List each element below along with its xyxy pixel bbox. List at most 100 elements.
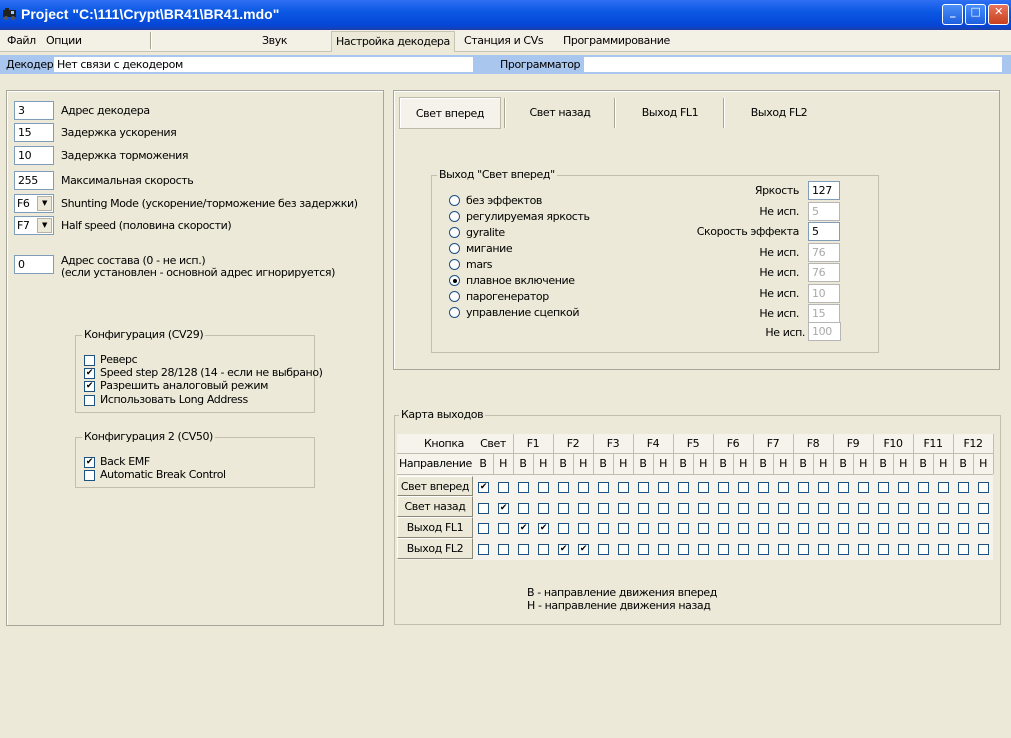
map-checkbox[interactable] (818, 503, 829, 514)
map-checkbox[interactable] (898, 482, 909, 493)
row-rear-light[interactable]: Свет назад (397, 496, 473, 517)
map-checkbox[interactable] (518, 482, 529, 493)
map-checkbox[interactable] (538, 503, 549, 514)
map-checkbox[interactable] (958, 482, 969, 493)
map-checkbox[interactable] (518, 503, 529, 514)
map-checkbox[interactable] (878, 544, 889, 555)
map-checkbox[interactable] (478, 523, 489, 534)
map-checkbox[interactable] (618, 523, 629, 534)
map-checkbox[interactable] (698, 503, 709, 514)
effect-radio-mars[interactable] (449, 259, 460, 270)
menu-file[interactable]: Файл (7, 34, 36, 47)
effect-radio-smoke[interactable] (449, 291, 460, 302)
map-checkbox[interactable] (898, 503, 909, 514)
map-checkbox[interactable] (598, 544, 609, 555)
map-checkbox[interactable] (678, 544, 689, 555)
map-checkbox[interactable] (538, 544, 549, 555)
map-checkbox[interactable] (638, 482, 649, 493)
row-front-light[interactable]: Свет вперед (397, 476, 473, 496)
map-checkbox[interactable] (738, 482, 749, 493)
map-checkbox[interactable] (618, 544, 629, 555)
back-emf-checkbox[interactable]: ✔ (84, 457, 95, 468)
map-checkbox[interactable] (898, 544, 909, 555)
map-checkbox[interactable] (758, 482, 769, 493)
decel-delay-input[interactable]: 10 (14, 146, 54, 165)
shunting-select[interactable]: F6 ▼ (14, 194, 54, 213)
row-output-fl2[interactable]: Выход FL2 (397, 538, 473, 559)
close-button[interactable]: ✕ (988, 4, 1009, 25)
consist-address-input[interactable]: 0 (14, 255, 54, 274)
speed-step-checkbox[interactable]: ✔ (84, 368, 95, 379)
map-checkbox[interactable] (698, 523, 709, 534)
map-checkbox[interactable] (738, 503, 749, 514)
map-checkbox[interactable] (938, 523, 949, 534)
map-checkbox[interactable]: ✔ (538, 523, 549, 534)
map-checkbox[interactable] (698, 482, 709, 493)
map-checkbox[interactable] (938, 503, 949, 514)
map-checkbox[interactable] (758, 523, 769, 534)
map-checkbox[interactable] (578, 482, 589, 493)
maximize-button[interactable]: □ (965, 4, 986, 25)
map-checkbox[interactable] (818, 482, 829, 493)
map-checkbox[interactable] (598, 503, 609, 514)
map-checkbox[interactable] (878, 482, 889, 493)
map-checkbox[interactable] (798, 482, 809, 493)
map-checkbox[interactable] (498, 482, 509, 493)
map-checkbox[interactable] (678, 503, 689, 514)
map-checkbox[interactable] (958, 503, 969, 514)
map-checkbox[interactable] (718, 523, 729, 534)
map-checkbox[interactable] (818, 523, 829, 534)
max-speed-input[interactable]: 255 (14, 171, 54, 190)
map-checkbox[interactable] (558, 523, 569, 534)
map-checkbox[interactable] (898, 523, 909, 534)
map-checkbox[interactable] (978, 503, 989, 514)
map-checkbox[interactable] (918, 544, 929, 555)
menu-options[interactable]: Опции (46, 34, 82, 47)
tab-front-light[interactable]: Свет вперед (399, 97, 501, 129)
map-checkbox[interactable] (978, 523, 989, 534)
map-checkbox[interactable] (578, 503, 589, 514)
map-checkbox[interactable] (878, 503, 889, 514)
map-checkbox[interactable] (618, 503, 629, 514)
map-checkbox[interactable] (578, 523, 589, 534)
map-checkbox[interactable] (618, 482, 629, 493)
map-checkbox[interactable] (558, 482, 569, 493)
map-checkbox[interactable] (718, 503, 729, 514)
map-checkbox[interactable] (718, 544, 729, 555)
effect-radio-soft-start[interactable] (449, 275, 460, 286)
map-checkbox[interactable] (758, 503, 769, 514)
map-checkbox[interactable] (778, 482, 789, 493)
chevron-down-icon[interactable]: ▼ (37, 218, 52, 233)
map-checkbox[interactable] (658, 503, 669, 514)
half-speed-select[interactable]: F7 ▼ (14, 216, 54, 235)
map-checkbox[interactable] (838, 503, 849, 514)
map-checkbox[interactable] (818, 544, 829, 555)
map-checkbox[interactable] (718, 482, 729, 493)
map-checkbox[interactable] (958, 544, 969, 555)
map-checkbox[interactable] (838, 482, 849, 493)
tab-station-cvs[interactable]: Станция и CVs (464, 34, 544, 47)
map-checkbox[interactable] (498, 544, 509, 555)
map-checkbox[interactable] (978, 544, 989, 555)
map-checkbox[interactable] (778, 503, 789, 514)
map-checkbox[interactable] (838, 523, 849, 534)
map-checkbox[interactable] (858, 503, 869, 514)
address-input[interactable]: 3 (14, 101, 54, 120)
tab-sound[interactable]: Звук (262, 34, 287, 47)
map-checkbox[interactable] (918, 482, 929, 493)
accel-delay-input[interactable]: 15 (14, 123, 54, 142)
map-checkbox[interactable] (478, 503, 489, 514)
map-checkbox[interactable]: ✔ (558, 544, 569, 555)
map-checkbox[interactable] (858, 523, 869, 534)
tab-output-fl2[interactable]: Выход FL2 (727, 97, 831, 129)
long-address-checkbox[interactable] (84, 395, 95, 406)
map-checkbox[interactable]: ✔ (518, 523, 529, 534)
map-checkbox[interactable] (918, 523, 929, 534)
effect-radio-blink[interactable] (449, 243, 460, 254)
map-checkbox[interactable] (558, 503, 569, 514)
auto-break-checkbox[interactable] (84, 470, 95, 481)
map-checkbox[interactable] (938, 544, 949, 555)
minimize-button[interactable]: _ (942, 4, 963, 25)
row-output-fl1[interactable]: Выход FL1 (397, 517, 473, 538)
map-checkbox[interactable] (658, 544, 669, 555)
